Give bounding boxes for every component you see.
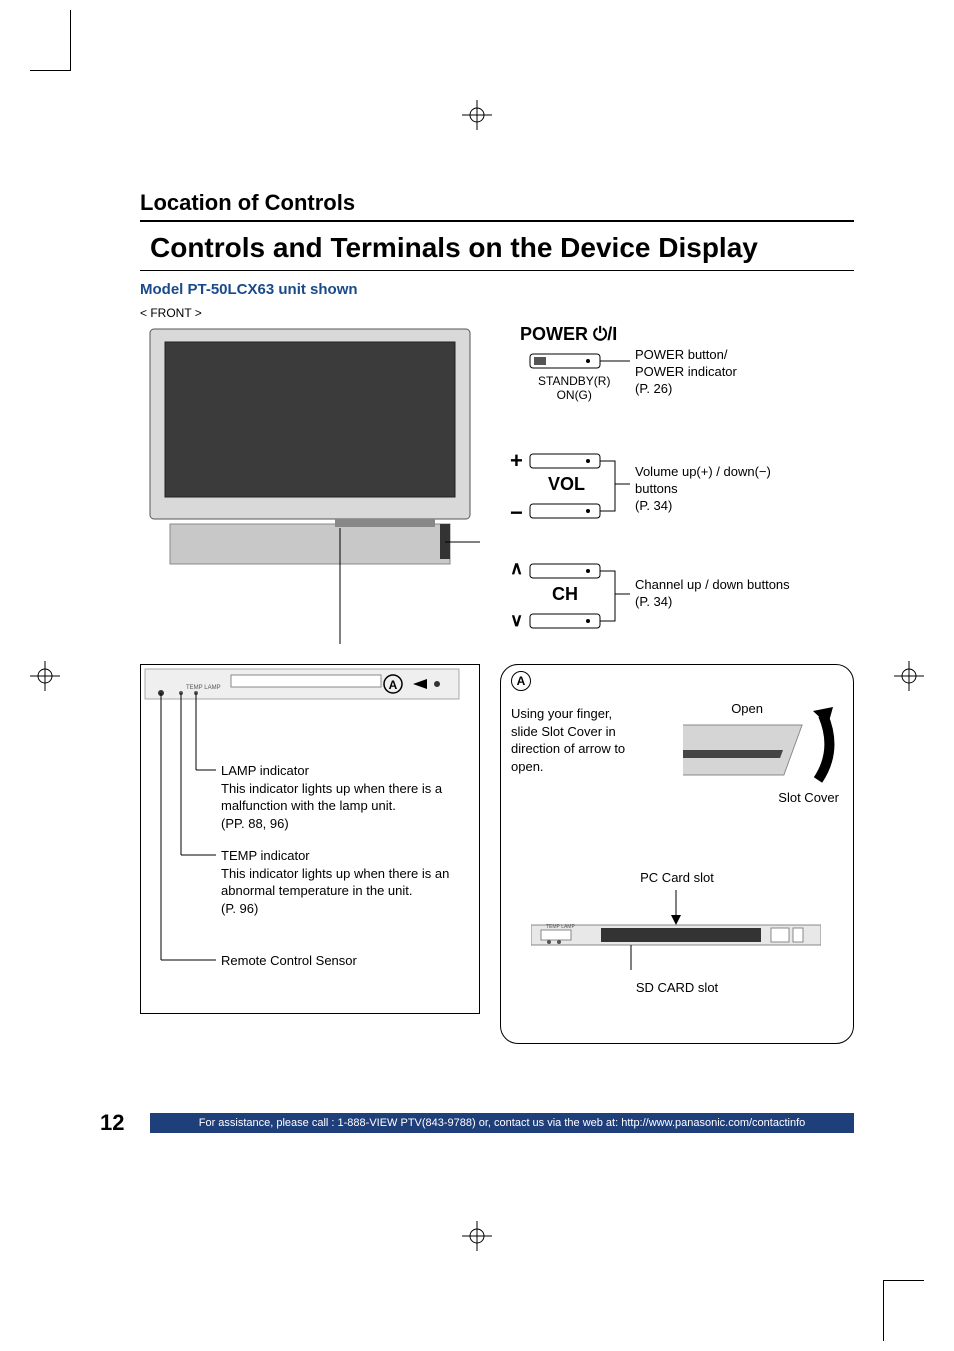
- slot-cover-label: Slot Cover: [778, 790, 839, 805]
- power-icon: ⏻/I: [593, 324, 617, 344]
- slot-instruction: Using your finger, slide Slot Cover in d…: [511, 705, 641, 775]
- pc-card-label: PC Card slot: [501, 870, 853, 885]
- temp-indicator-text: TEMP indicator This indicator lights up …: [221, 847, 471, 917]
- sd-card-label: SD CARD slot: [501, 980, 853, 995]
- indicators-detail: TEMP LAMP A: [140, 664, 480, 1014]
- tv-front-diagram: [140, 324, 480, 644]
- minus-icon: −: [510, 500, 523, 526]
- power-button-label: POWER button/ POWER indicator (P. 26): [635, 347, 737, 398]
- standby-on-label: STANDBY(R) ON(G): [538, 374, 610, 403]
- remote-sensor-text: Remote Control Sensor: [221, 952, 357, 970]
- power-heading: POWER ⏻/I: [520, 324, 617, 345]
- slot-detail: A Using your finger, slide Slot Cover in…: [500, 664, 854, 1044]
- ch-heading: CH: [552, 584, 578, 605]
- lamp-indicator-text: LAMP indicator This indicator lights up …: [221, 762, 471, 832]
- page-title: Controls and Terminals on the Device Dis…: [140, 232, 854, 271]
- volume-label: Volume up(+) / down(−) buttons (P. 34): [635, 464, 815, 515]
- vol-heading: VOL: [548, 474, 585, 495]
- svg-text:A: A: [389, 678, 398, 692]
- marker-a: A: [511, 671, 531, 691]
- side-controls-diagram: POWER ⏻/I STANDBY(R) ON(G) POWER button/…: [500, 324, 854, 644]
- footer-assistance-bar: For assistance, please call : 1-888-VIEW…: [150, 1113, 854, 1133]
- channel-label: Channel up / down buttons (P. 34): [635, 577, 825, 611]
- chevron-up-icon: ∧: [510, 558, 523, 579]
- page-number: 12: [100, 1110, 124, 1136]
- svg-text:TEMP LAMP: TEMP LAMP: [546, 924, 575, 930]
- svg-text:TEMP LAMP: TEMP LAMP: [186, 685, 221, 691]
- chevron-down-icon: ∨: [510, 610, 523, 631]
- plus-icon: +: [510, 448, 523, 474]
- model-subtitle: Model PT-50LCX63 unit shown: [140, 281, 854, 298]
- section-heading: Location of Controls: [140, 190, 854, 222]
- front-label: < FRONT >: [140, 306, 854, 320]
